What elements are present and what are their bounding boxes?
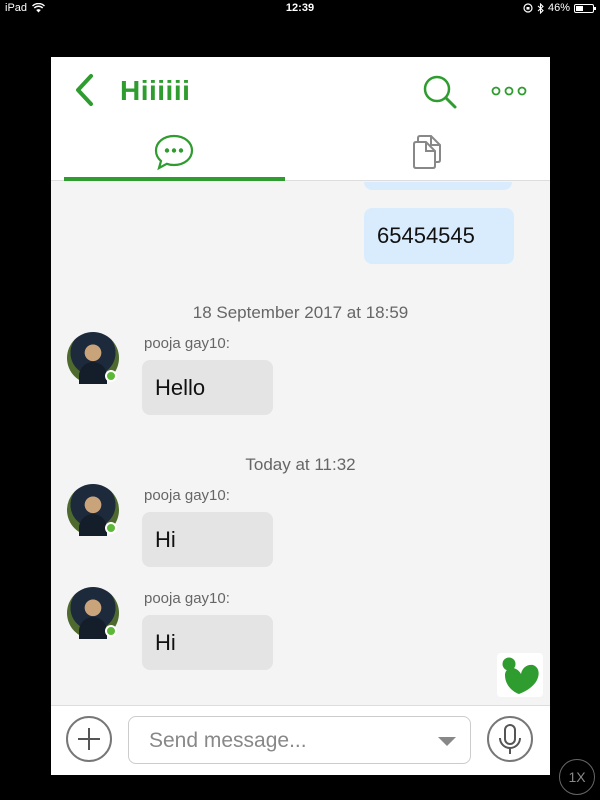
online-status-dot bbox=[105, 625, 117, 637]
online-status-dot bbox=[105, 370, 117, 382]
composer-bar: Send message... bbox=[51, 705, 550, 775]
avatar[interactable] bbox=[67, 587, 119, 639]
tab-files[interactable] bbox=[311, 123, 550, 181]
avatar[interactable] bbox=[67, 332, 119, 384]
online-status-dot bbox=[105, 522, 117, 534]
message-text: Hi bbox=[155, 629, 176, 655]
sender-name: pooja gay10: bbox=[144, 487, 230, 504]
chat-bubble-icon bbox=[154, 134, 194, 171]
tab-bar bbox=[51, 123, 550, 181]
copy-icon bbox=[413, 135, 441, 169]
conversation-title: Hiiiiii bbox=[120, 75, 191, 106]
search-icon[interactable] bbox=[421, 73, 459, 111]
message-input[interactable]: Send message... bbox=[128, 716, 471, 764]
date-separator: Today at 11:32 bbox=[245, 455, 356, 474]
incoming-message[interactable]: Hello bbox=[142, 360, 273, 415]
bluetooth-icon bbox=[537, 2, 544, 14]
battery-fill bbox=[576, 5, 584, 11]
incoming-message[interactable]: Hi bbox=[142, 615, 273, 670]
plus-icon bbox=[78, 728, 100, 750]
battery-percent: 46% bbox=[547, 2, 570, 14]
chevron-down-icon[interactable] bbox=[438, 737, 456, 746]
date-separator: 18 September 2017 at 18:59 bbox=[192, 303, 409, 322]
sticker-button[interactable] bbox=[497, 653, 543, 697]
incoming-message[interactable]: Hi bbox=[142, 512, 273, 567]
status-right: 46% bbox=[523, 2, 596, 14]
status-bar: iPad 12:39 46% bbox=[0, 0, 600, 18]
heart-sticker-icon bbox=[502, 657, 539, 694]
microphone-button[interactable] bbox=[487, 716, 533, 762]
avatar-figure bbox=[79, 617, 107, 639]
chat-app: Hiiiiii 65454545 18 September 2017 at 18… bbox=[51, 57, 550, 775]
add-attachment-button[interactable] bbox=[66, 716, 112, 762]
message-text: Hello bbox=[155, 374, 206, 400]
screen: iPad 12:39 46% Hiiiiii 65454545 18 Septe… bbox=[0, 0, 600, 800]
message-text: 65454545 bbox=[377, 223, 475, 248]
sender-name: pooja gay10: bbox=[144, 335, 230, 352]
outgoing-message[interactable]: 65454545 bbox=[364, 208, 514, 264]
sender-name: pooja gay10: bbox=[144, 590, 230, 607]
active-tab-indicator bbox=[64, 177, 285, 181]
status-time: 12:39 bbox=[285, 2, 315, 14]
outgoing-message[interactable] bbox=[364, 182, 512, 190]
header: Hiiiiii bbox=[51, 57, 550, 123]
avatar[interactable] bbox=[67, 484, 119, 536]
more-options-icon[interactable] bbox=[491, 83, 527, 99]
message-list[interactable]: 65454545 18 September 2017 at 18:59 pooj… bbox=[51, 182, 550, 705]
message-text: Hi bbox=[155, 526, 176, 552]
microphone-icon bbox=[499, 724, 521, 754]
orientation-lock-icon bbox=[523, 3, 533, 13]
tab-chat[interactable] bbox=[64, 123, 285, 181]
message-input-placeholder: Send message... bbox=[149, 729, 307, 752]
zoom-button[interactable]: 1X bbox=[559, 759, 595, 795]
back-icon[interactable] bbox=[71, 73, 99, 107]
avatar-figure bbox=[79, 514, 107, 536]
avatar-figure bbox=[79, 362, 107, 384]
battery-icon bbox=[574, 3, 596, 13]
